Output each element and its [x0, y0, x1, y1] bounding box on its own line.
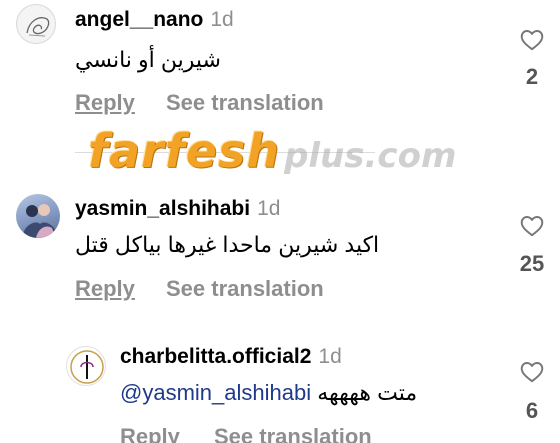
- watermark-sub: plus.com: [284, 136, 457, 176]
- like-count: 6: [525, 398, 539, 423]
- logo-avatar-icon: [70, 350, 104, 384]
- mention-link[interactable]: @yasmin_alshihabi: [120, 380, 311, 405]
- comment-username[interactable]: angel__nano 1d: [75, 8, 234, 32]
- username-text[interactable]: charbelitta.official2: [120, 345, 311, 368]
- see-translation-button[interactable]: See translation: [214, 424, 372, 443]
- see-translation-button[interactable]: See translation: [166, 276, 324, 302]
- comment-text: شيرين أو نانسي: [75, 47, 221, 72]
- reply-button[interactable]: Reply: [75, 90, 135, 116]
- like-count: 25: [519, 251, 545, 276]
- comment-timestamp: 1d: [210, 8, 234, 31]
- comment-timestamp: 1d: [257, 197, 281, 220]
- sketch-avatar-icon: [26, 17, 50, 37]
- avatar-charbelitta[interactable]: [66, 346, 106, 386]
- comment-username[interactable]: charbelitta.official2 1d: [120, 345, 342, 369]
- comment-timestamp: 1d: [318, 345, 342, 368]
- comment-text: اكيد شيرين ماحدا غيرها بياكل قتل: [75, 232, 380, 257]
- watermark-main: farfesh: [88, 124, 281, 178]
- reply-button[interactable]: Reply: [120, 424, 180, 443]
- avatar-angel-nano[interactable]: [16, 4, 56, 44]
- reply-button[interactable]: Reply: [75, 276, 135, 302]
- comment-text: @yasmin_alshihabi متت ههههه: [120, 380, 417, 406]
- heart-outline-icon[interactable]: [519, 359, 545, 385]
- see-translation-button[interactable]: See translation: [166, 90, 324, 116]
- avatar-yasmin[interactable]: [16, 194, 60, 238]
- like-count: 2: [525, 64, 539, 89]
- comment-text-body: متت ههههه: [317, 380, 418, 405]
- watermark: farfesh plus.com: [88, 124, 456, 178]
- comment-username[interactable]: yasmin_alshihabi 1d: [75, 197, 280, 221]
- heart-outline-icon[interactable]: [519, 27, 545, 53]
- heart-outline-icon[interactable]: [519, 213, 545, 239]
- username-text[interactable]: angel__nano: [75, 8, 203, 31]
- username-text[interactable]: yasmin_alshihabi: [75, 197, 250, 220]
- photo-avatar-icon: [22, 204, 58, 238]
